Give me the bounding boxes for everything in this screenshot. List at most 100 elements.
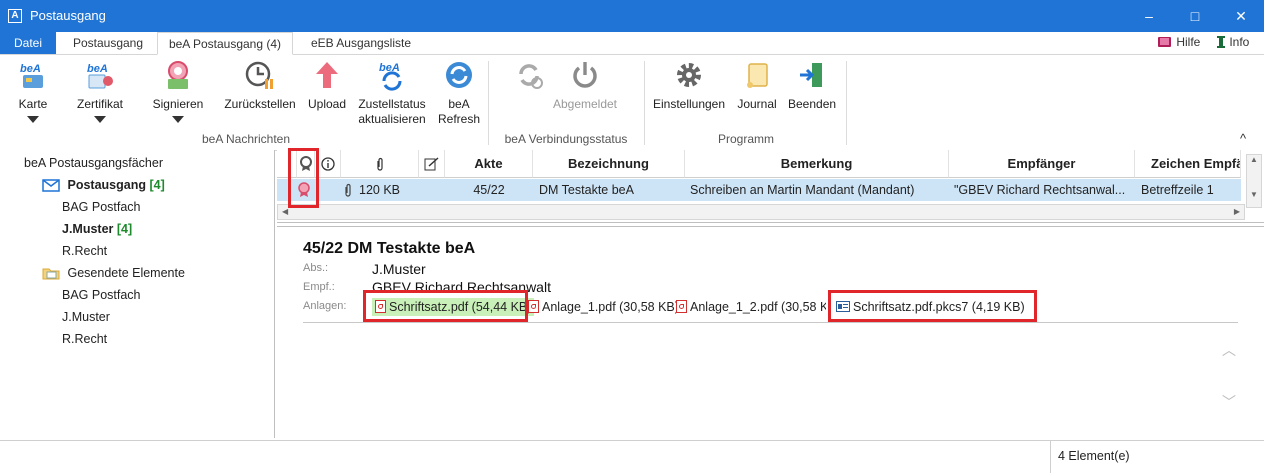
highlight-seal-column	[288, 148, 319, 208]
gear-icon	[677, 63, 701, 87]
karte-button[interactable]: beA Karte	[8, 59, 58, 123]
power-icon	[573, 62, 597, 88]
scroll-right-icon[interactable]: ▶	[1234, 205, 1240, 219]
signieren-label: Signieren	[152, 97, 204, 111]
gesendete-label: Gesendete Elemente	[67, 266, 185, 280]
tree-root[interactable]: beA Postausgangsfächer	[24, 156, 163, 170]
tree-item-gesendete-elemente[interactable]: Gesendete Elemente	[42, 266, 185, 280]
journal-button[interactable]: Journal	[734, 59, 780, 112]
scroll-down-icon[interactable]: ▼	[1247, 190, 1261, 199]
preview-divider	[303, 322, 1238, 323]
karte-label: Karte	[18, 97, 48, 111]
upload-arrow-icon	[316, 62, 338, 88]
signieren-dropdown-icon[interactable]	[172, 116, 184, 123]
reconnect-button[interactable]	[506, 59, 552, 97]
info-link[interactable]: Info	[1216, 35, 1249, 49]
message-grid: Akte Bezeichnung Bemerkung Empfänger Zei…	[277, 150, 1264, 223]
minimize-button[interactable]: –	[1126, 0, 1172, 32]
status-divider	[1050, 441, 1051, 473]
tree-item-postausgang[interactable]: Postausgang [4]	[42, 178, 165, 192]
empf-label: Empf.:	[303, 281, 335, 293]
abs-value: J.Muster	[372, 261, 426, 277]
tree-item-sent-bag-postfach[interactable]: BAG Postfach	[62, 288, 141, 302]
row-akte: 45/22	[473, 183, 505, 197]
preview-scroll-up-icon[interactable]: ︿	[1222, 340, 1236, 360]
tree-item-sent-r-recht[interactable]: R.Recht	[62, 332, 107, 346]
window-title: Postausgang	[30, 8, 106, 23]
tab-eeb-ausgangsliste[interactable]: eEB Ausgangsliste	[296, 32, 426, 54]
app-icon: A	[8, 9, 22, 23]
col-header-akte[interactable]: Akte	[445, 150, 533, 178]
abs-label: Abs.:	[303, 262, 329, 274]
abgemeldet-label: Abgemeldet	[552, 97, 618, 111]
zurueckstellen-label: Zurückstellen	[224, 97, 296, 111]
help-link[interactable]: Hilfe	[1157, 35, 1200, 49]
info-circle-icon	[320, 157, 335, 171]
col-header-signed[interactable]	[419, 150, 445, 178]
bea-zertifikat-icon: beA	[87, 63, 113, 89]
zertifikat-button[interactable]: beA Zertifikat	[72, 59, 128, 123]
col-header-bemerkung[interactable]: Bemerkung	[685, 150, 949, 178]
table-row[interactable]: 120 KB 45/22 DM Testakte beA Schreiben a…	[277, 179, 1241, 201]
status-count: 4 Element(e)	[1058, 449, 1130, 463]
ribbon-separator	[488, 61, 489, 145]
zustellstatus-label-1: Zustellstatus	[358, 97, 426, 111]
tree-item-j-muster[interactable]: J.Muster [4]	[62, 222, 132, 236]
info-label: Info	[1229, 35, 1250, 49]
attachment-label: Anlage_1_2.pdf (30,58 KB)	[690, 300, 826, 314]
abgemeldet-button[interactable]: Abgemeldet	[550, 59, 620, 112]
maximize-button[interactable]: □	[1172, 0, 1218, 32]
col-header-zeichen[interactable]: Zeichen Empfä	[1135, 150, 1241, 178]
tab-postausgang[interactable]: Postausgang	[60, 32, 156, 54]
zustellstatus-button[interactable]: beA Zustellstatus aktualisieren	[356, 59, 428, 127]
beenden-button[interactable]: Beenden	[788, 59, 836, 112]
signieren-button[interactable]: Signieren	[148, 59, 208, 123]
bea-refresh-button[interactable]: beA Refresh	[436, 59, 482, 127]
preview-scroll-down-icon[interactable]: ﹀	[1222, 392, 1236, 412]
exit-door-icon	[800, 63, 822, 87]
ribbon-separator	[846, 61, 847, 145]
row-size: 120 KB	[359, 183, 401, 197]
zertifikat-dropdown-icon[interactable]	[94, 116, 106, 123]
j-muster-count: [4]	[116, 222, 133, 236]
einstellungen-label: Einstellungen	[652, 97, 726, 111]
highlight-pkcs7	[828, 290, 1037, 322]
col-header-empfaenger[interactable]: Empfänger	[949, 150, 1135, 178]
attachment-anlage-1-2[interactable]: Anlage_1_2.pdf (30,58 KB)	[676, 298, 826, 316]
attachment-label: Anlage_1.pdf (30,58 KB)	[542, 300, 679, 314]
tree-item-sent-j-muster[interactable]: J.Muster	[62, 310, 110, 324]
paperclip-icon	[376, 157, 383, 171]
tree-item-bag-postfach[interactable]: BAG Postfach	[62, 200, 141, 214]
grid-vertical-scrollbar[interactable]: ▲ ▼	[1246, 154, 1262, 208]
collapse-ribbon-button[interactable]: ^	[1240, 131, 1246, 146]
col-header-bezeichnung[interactable]: Bezeichnung	[533, 150, 685, 178]
postausgang-count: [4]	[149, 178, 165, 192]
karte-dropdown-icon[interactable]	[27, 116, 39, 123]
row-bemerkung: Schreiben an Martin Mandant (Mandant)	[690, 183, 915, 197]
tab-bea-postausgang[interactable]: beA Postausgang (4)	[157, 32, 293, 55]
upload-button[interactable]: Upload	[304, 59, 350, 112]
folder-tree: beA Postausgangsfächer Postausgang [4] B…	[0, 150, 275, 438]
zustellstatus-label-2: aktualisieren	[358, 112, 426, 126]
help-label: Hilfe	[1176, 35, 1201, 49]
attachment-anlage-1[interactable]: Anlage_1.pdf (30,58 KB)	[528, 298, 679, 316]
signed-document-icon	[424, 157, 438, 171]
zurueckstellen-button[interactable]: Zurückstellen	[222, 59, 298, 112]
tree-item-r-recht[interactable]: R.Recht	[62, 244, 107, 258]
beenden-label: Beenden	[788, 97, 837, 111]
scroll-up-icon[interactable]: ▲	[1247, 155, 1261, 164]
row-empfaenger: "GBEV Richard Rechtsanwal...	[954, 183, 1126, 197]
pdf-icon	[528, 300, 539, 313]
row-bezeichnung: DM Testakte beA	[539, 183, 634, 197]
upload-label: Upload	[307, 97, 347, 111]
svg-text:beA: beA	[20, 63, 41, 75]
preview-title: 45/22 DM Testakte beA	[303, 240, 476, 257]
tab-datei[interactable]: Datei	[0, 32, 56, 54]
j-muster-label: J.Muster	[62, 222, 114, 236]
einstellungen-button[interactable]: Einstellungen	[652, 59, 726, 112]
highlight-schriftsatz-pdf	[363, 290, 528, 322]
svg-text:beA: beA	[87, 63, 108, 75]
grid-horizontal-scrollbar[interactable]: ◀ ▶	[277, 204, 1245, 220]
close-button[interactable]: ✕	[1218, 0, 1264, 32]
col-header-attachment[interactable]	[341, 150, 419, 178]
